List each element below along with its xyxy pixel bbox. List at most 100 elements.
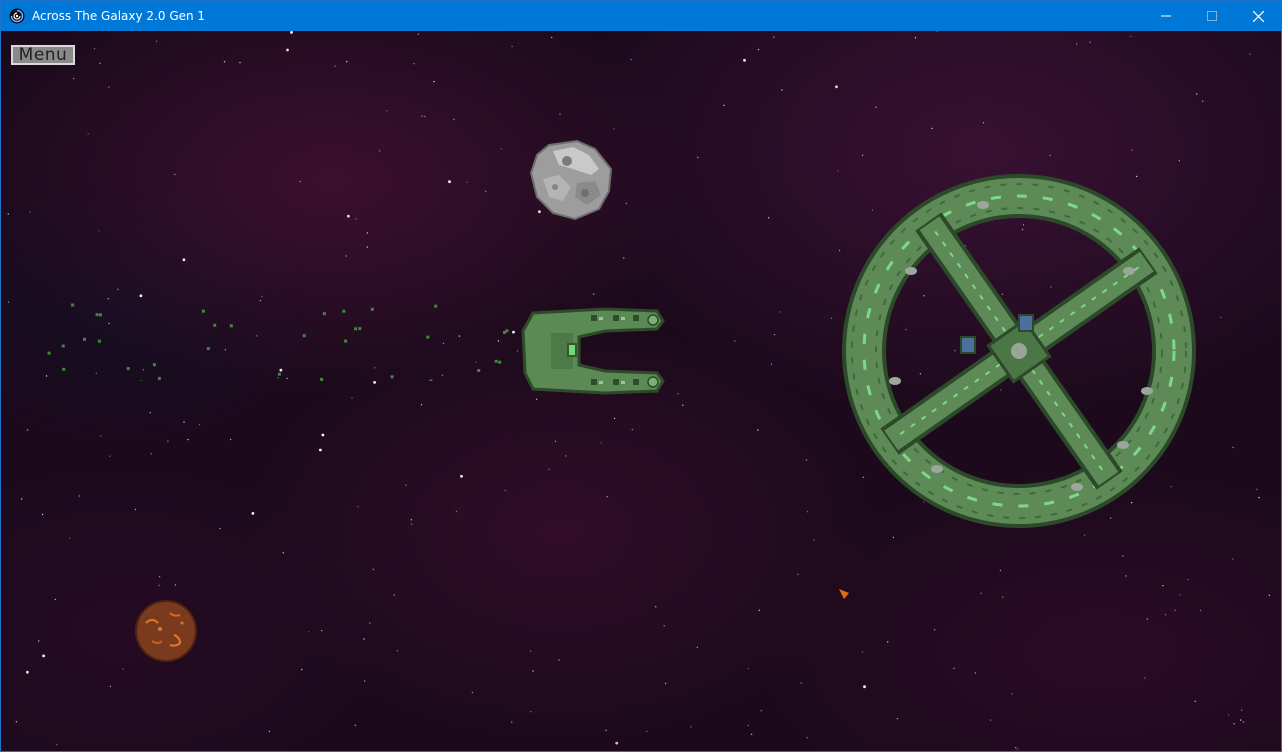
star bbox=[1130, 35, 1132, 38]
star bbox=[405, 484, 407, 486]
debris-particle bbox=[277, 372, 281, 376]
star bbox=[551, 36, 553, 39]
star bbox=[433, 80, 435, 83]
star bbox=[15, 721, 18, 723]
star bbox=[421, 115, 423, 117]
debris-particle bbox=[434, 304, 438, 308]
star bbox=[743, 58, 746, 62]
star bbox=[747, 724, 749, 727]
star bbox=[750, 733, 753, 735]
star bbox=[68, 537, 71, 540]
orange-marker[interactable] bbox=[837, 587, 851, 601]
debris-particle bbox=[99, 313, 102, 317]
star bbox=[386, 110, 388, 112]
star bbox=[26, 429, 29, 431]
star bbox=[364, 680, 366, 682]
star bbox=[593, 293, 595, 295]
star bbox=[290, 31, 293, 34]
star bbox=[768, 217, 770, 219]
debris-particle bbox=[95, 313, 99, 317]
star bbox=[500, 148, 502, 150]
star bbox=[410, 523, 413, 525]
star bbox=[805, 459, 808, 461]
star bbox=[150, 453, 152, 455]
star bbox=[1256, 488, 1258, 491]
star bbox=[334, 65, 336, 67]
star bbox=[1178, 160, 1181, 162]
star bbox=[366, 246, 368, 248]
star bbox=[93, 48, 96, 50]
close-button[interactable] bbox=[1235, 1, 1281, 31]
star bbox=[529, 650, 532, 652]
star bbox=[424, 115, 426, 118]
star bbox=[261, 295, 263, 298]
star bbox=[299, 180, 301, 183]
star bbox=[29, 211, 31, 213]
star bbox=[663, 625, 665, 627]
debris-particle bbox=[358, 327, 362, 331]
player-ship[interactable] bbox=[521, 307, 665, 395]
star bbox=[282, 552, 284, 554]
star bbox=[1125, 575, 1127, 577]
star bbox=[268, 730, 271, 733]
planet[interactable] bbox=[134, 599, 198, 663]
star bbox=[139, 294, 143, 298]
star bbox=[351, 397, 353, 399]
star bbox=[1122, 555, 1124, 557]
star bbox=[1240, 709, 1243, 711]
star bbox=[149, 412, 151, 414]
star bbox=[974, 672, 977, 674]
star bbox=[747, 667, 750, 670]
star bbox=[98, 230, 100, 232]
star bbox=[109, 455, 111, 457]
debris-particle bbox=[429, 379, 433, 381]
star bbox=[87, 133, 89, 135]
game-viewport[interactable]: Menu bbox=[1, 31, 1281, 751]
star bbox=[532, 670, 534, 672]
star bbox=[107, 298, 110, 300]
title-bar[interactable]: Across The Galaxy 2.0 Gen 1 bbox=[1, 1, 1281, 31]
debris-particle bbox=[302, 334, 306, 338]
star bbox=[600, 442, 602, 444]
star bbox=[1199, 609, 1202, 612]
star bbox=[319, 448, 322, 452]
star bbox=[835, 85, 838, 89]
star bbox=[413, 63, 415, 65]
star bbox=[605, 729, 607, 731]
star bbox=[109, 685, 112, 688]
star bbox=[504, 489, 506, 492]
debris-particle bbox=[126, 367, 130, 371]
star bbox=[931, 127, 933, 130]
space-station[interactable] bbox=[833, 165, 1205, 537]
asteroid[interactable] bbox=[529, 139, 615, 221]
debris-particle bbox=[213, 323, 217, 327]
star bbox=[723, 104, 725, 107]
star bbox=[363, 638, 365, 640]
star bbox=[813, 539, 815, 541]
star bbox=[155, 40, 158, 42]
star bbox=[354, 724, 357, 726]
star bbox=[369, 622, 371, 624]
star bbox=[393, 594, 395, 596]
close-icon bbox=[1252, 10, 1264, 22]
star bbox=[72, 77, 75, 80]
star bbox=[308, 631, 310, 633]
debris-particle bbox=[494, 359, 498, 363]
star bbox=[1220, 316, 1222, 319]
star bbox=[1227, 714, 1230, 716]
star bbox=[696, 646, 698, 648]
galaxy-swirl-icon bbox=[9, 8, 25, 24]
star bbox=[54, 598, 56, 601]
star bbox=[530, 711, 532, 713]
star bbox=[773, 333, 776, 336]
star bbox=[887, 641, 889, 643]
maximize-button[interactable] bbox=[1189, 1, 1235, 31]
star bbox=[373, 381, 376, 384]
menu-button[interactable]: Menu bbox=[11, 45, 75, 65]
star bbox=[174, 173, 176, 176]
star bbox=[21, 498, 23, 500]
star bbox=[770, 363, 773, 365]
minimize-button[interactable] bbox=[1143, 1, 1189, 31]
star bbox=[863, 685, 866, 689]
star bbox=[417, 33, 419, 35]
